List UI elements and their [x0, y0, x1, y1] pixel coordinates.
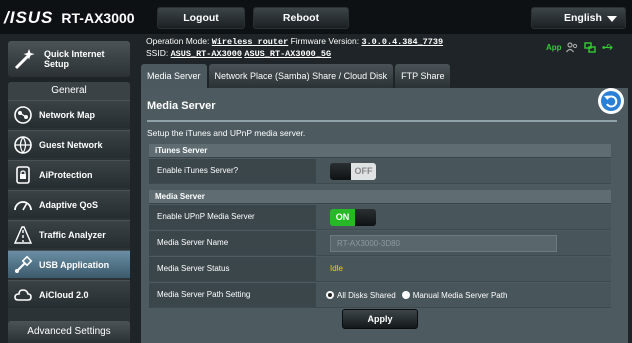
manual-path-radio-label[interactable]: Manual Media Server Path	[413, 291, 508, 300]
itunes-enable-value: OFF	[316, 159, 611, 183]
sidebar-item-label: Guest Network	[39, 139, 103, 150]
media-server-status-row: Media Server Status Idle	[149, 257, 611, 282]
ssid-line: SSID: ASUS_RT-AX3000 ASUS_RT-AX3000_5G	[146, 48, 331, 59]
guest-network-icon	[14, 135, 32, 154]
all-disks-radio[interactable]	[326, 291, 334, 299]
toggle-state: ON	[330, 209, 355, 226]
usb-status-icon[interactable]	[602, 42, 614, 53]
language-select[interactable]: English	[531, 7, 626, 29]
ssid-5g-link[interactable]: ASUS_RT-AX3000_5G	[244, 49, 331, 59]
tab-ftp-share[interactable]: FTP Share	[395, 64, 451, 88]
lock-icon	[16, 165, 30, 184]
sidebar-item-adaptive-qos[interactable]: Adaptive QoS	[8, 190, 130, 218]
gauge-icon	[14, 200, 32, 210]
media-server-panel: Media Server Setup the iTunes and UPnP m…	[141, 88, 628, 343]
firmware-label: Firmware Version:	[290, 36, 360, 46]
router-admin-page: /ISUS RT-AX3000 Logout Reboot English Op…	[0, 0, 632, 343]
manual-path-radio[interactable]	[401, 291, 410, 299]
sidebar-item-network-map[interactable]: Network Map	[8, 100, 130, 128]
media-server-section-header: Media Server	[149, 190, 611, 204]
model-name: RT-AX3000	[61, 10, 135, 26]
tab-samba-share[interactable]: Network Place (Samba) Share / Cloud Disk	[208, 64, 394, 88]
sidebar-item-label: Traffic Analyzer	[39, 229, 106, 240]
status-bar: Operation Mode: Wireless router Firmware…	[138, 34, 632, 62]
sidebar-item-usb-application[interactable]: USB Application	[8, 250, 130, 278]
sidebar: Quick Internet Setup General Network Map…	[0, 34, 138, 343]
top-bar: /ISUS RT-AX3000 Logout Reboot English	[0, 0, 632, 34]
asus-logo[interactable]: /ISUS RT-AX3000	[4, 6, 138, 30]
advanced-settings-header[interactable]: Advanced Settings	[8, 321, 130, 343]
itunes-server-toggle[interactable]: OFF	[330, 163, 376, 180]
itunes-section-header: iTunes Server	[149, 144, 611, 158]
cloud-icon	[14, 288, 32, 301]
firmware-link[interactable]: 3.0.0.4.384_7739	[361, 37, 443, 47]
apply-button[interactable]: Apply	[342, 309, 418, 329]
sidebar-item-aiprotection[interactable]: AiProtection	[8, 160, 130, 188]
app-link[interactable]: App	[546, 43, 562, 52]
ssid-label: SSID:	[146, 48, 169, 58]
general-group-title: General	[8, 82, 130, 100]
tab-media-server[interactable]: Media Server	[141, 64, 207, 88]
toggle-knob	[330, 163, 351, 180]
itunes-enable-label: Enable iTunes Server?	[149, 159, 316, 183]
brand-logo-text: /ISUS	[4, 8, 54, 27]
users-icon[interactable]	[566, 42, 578, 53]
upnp-media-server-toggle[interactable]: ON	[330, 209, 376, 226]
back-button[interactable]	[598, 88, 624, 114]
traffic-analyzer-icon	[13, 225, 33, 244]
ssid-24g-link[interactable]: ASUS_RT-AX3000	[171, 49, 242, 59]
sidebar-item-label: USB Application	[39, 259, 110, 270]
all-disks-radio-label[interactable]: All Disks Shared	[337, 291, 396, 300]
itunes-enable-row: Enable iTunes Server? OFF	[149, 159, 611, 184]
sidebar-item-guest-network[interactable]: Guest Network	[8, 130, 130, 158]
chevron-down-icon	[607, 16, 617, 22]
toggle-knob	[355, 209, 376, 226]
media-server-path-row: Media Server Path Setting All Disks Shar…	[149, 283, 611, 308]
media-server-status-value: Idle	[316, 257, 611, 281]
media-server-name-label: Media Server Name	[149, 231, 316, 255]
toggle-state: OFF	[351, 163, 376, 180]
network-map-icon	[14, 105, 32, 124]
sidebar-item-label: AiProtection	[39, 169, 93, 180]
reboot-button[interactable]: Reboot	[253, 7, 349, 29]
media-server-name-row: Media Server Name RT-AX3000-3D80	[149, 231, 611, 256]
logout-button[interactable]: Logout	[157, 7, 245, 29]
sidebar-item-label: Adaptive QoS	[39, 199, 99, 210]
panel-description: Setup the iTunes and UPnP media server.	[147, 128, 306, 138]
page-title: Media Server	[147, 100, 216, 112]
quick-internet-setup-button[interactable]: Quick Internet Setup	[8, 41, 130, 77]
sidebar-item-label: AiCloud 2.0	[39, 289, 89, 300]
sidebar-item-aicloud[interactable]: AiCloud 2.0	[8, 280, 130, 308]
path-radio-group: All Disks Shared Manual Media Server Pat…	[326, 283, 513, 307]
tab-bar: Media Server Network Place (Samba) Share…	[141, 64, 452, 88]
title-divider	[147, 120, 617, 122]
media-server-path-label: Media Server Path Setting	[149, 283, 316, 307]
operation-mode-label: Operation Mode:	[146, 36, 210, 46]
network-status-icon[interactable]	[584, 42, 596, 53]
media-server-status-label: Media Server Status	[149, 257, 316, 281]
operation-mode-link[interactable]: Wireless router	[212, 37, 289, 47]
upnp-enable-label: Enable UPnP Media Server	[149, 205, 316, 229]
status-badge: Idle	[330, 264, 343, 273]
upnp-enable-value: ON	[316, 205, 611, 229]
quick-internet-setup-line2: Setup	[44, 59, 70, 69]
quick-internet-setup-line1: Quick Internet	[44, 49, 105, 59]
usb-icon	[15, 255, 33, 273]
main-content: Media Server Network Place (Samba) Share…	[138, 62, 628, 343]
media-server-name-input[interactable]: RT-AX3000-3D80	[330, 235, 557, 252]
sidebar-item-traffic-analyzer[interactable]: Traffic Analyzer	[8, 220, 130, 248]
wand-icon	[14, 49, 35, 70]
language-value: English	[564, 12, 602, 24]
upnp-enable-row: Enable UPnP Media Server ON	[149, 205, 611, 230]
media-server-path-value: All Disks Shared Manual Media Server Pat…	[316, 283, 611, 307]
quick-internet-setup-label: Quick Internet Setup	[44, 49, 105, 69]
media-server-name-value: RT-AX3000-3D80	[316, 231, 611, 255]
operation-mode-line: Operation Mode: Wireless router Firmware…	[146, 36, 443, 47]
sidebar-item-label: Network Map	[39, 109, 96, 120]
